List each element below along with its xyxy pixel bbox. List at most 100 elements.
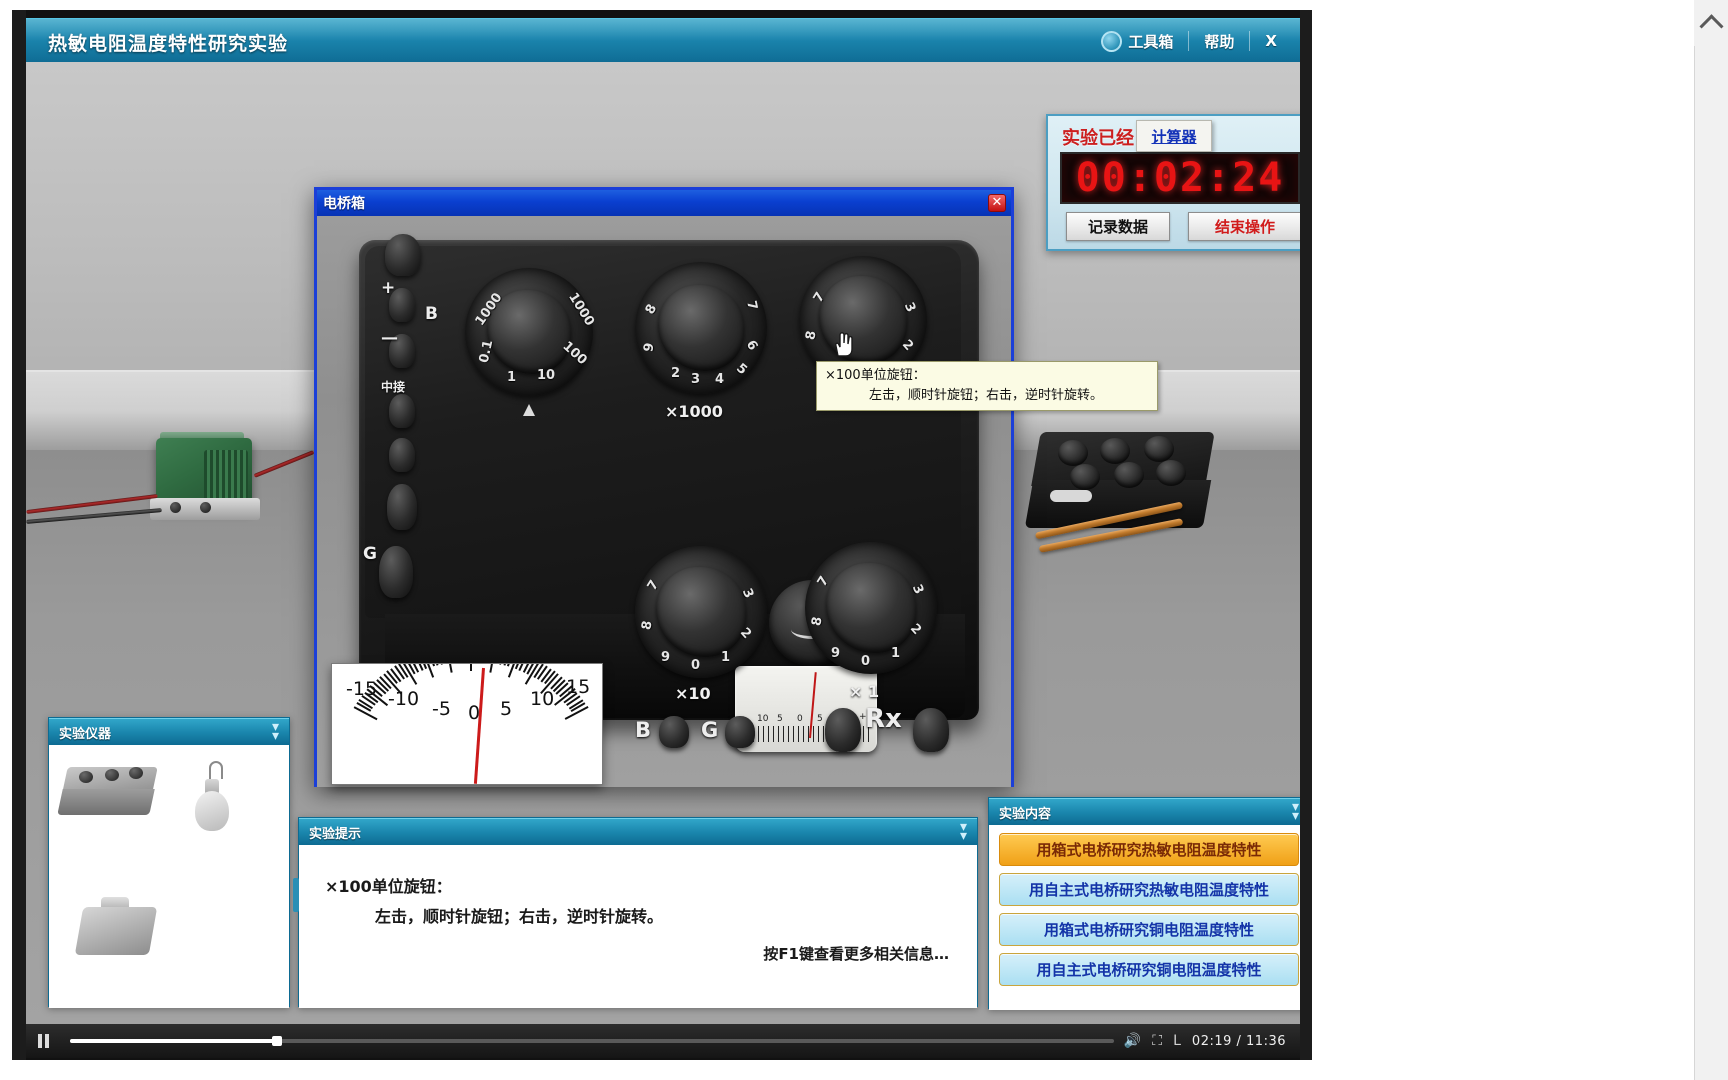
terminal-post-top[interactable] [385,234,421,276]
help-button[interactable]: 帮助 [1195,28,1243,55]
x1000-tick-6: 6 [742,337,761,354]
terminal-label-b: B [425,304,438,324]
terminal-label-minus: — [381,328,398,348]
thumb-rbox-front [57,789,155,815]
x100-tick-8: 8 [803,329,820,342]
rbox-knob-6[interactable] [1156,460,1186,486]
chevron-up-icon [1698,13,1724,38]
content-panel-body: 用箱式电桥研究热敏电阻温度特性 用自主式电桥研究热敏电阻温度特性 用箱式电桥研究… [989,825,1300,1010]
x1-tick-0: 0 [861,654,871,669]
terminal-post-mid-2[interactable] [389,438,415,472]
progress-handle[interactable] [271,1036,282,1046]
scroll-up-button[interactable] [1694,0,1728,46]
terminal-post-g2[interactable] [379,546,413,598]
rbox-knob-4[interactable] [1070,464,1100,490]
tips-panel-title: 实验提示 [309,826,362,842]
pause-icon [37,1034,49,1048]
toolbox-label: 工具箱 [1128,32,1174,51]
thumb-rbox-knob-2 [105,769,119,781]
frame-right-gutter [1300,10,1312,1060]
instrument-thumb-thermistor-probe[interactable] [181,761,243,849]
instrument-thumb-heater[interactable] [74,897,163,967]
content-item-3[interactable]: 用自主式电桥研究铜电阻温度特性 [999,953,1299,986]
instrument-thumb-resistance-box[interactable] [57,767,161,825]
bridge-box-close-icon[interactable]: ✕ [988,194,1006,212]
front-post-g[interactable] [725,716,755,748]
thumb-probe-hook [209,761,223,779]
tips-line-2: 左击，顺时针旋钮；右击，逆时针旋转。 [375,907,664,926]
galv-scale-5l: 5 [777,714,783,724]
cc-icon[interactable]: L [1173,1033,1181,1049]
timer-label: 实验已经 [1062,128,1134,149]
multiplier-dial[interactable]: 1000 0.1 1 10 100 1000 [465,268,597,396]
dial-caption-x1: × 1 [849,682,880,701]
x1-tick-3: 3 [908,582,927,597]
front-post-rx-right[interactable] [913,708,949,752]
multiplier-tick-0-1: 0.1 [476,338,497,365]
chevron-double-down-icon[interactable]: ▾ ▾ [960,820,967,843]
x10-tick-0: 0 [691,658,701,673]
variable-transformer[interactable] [150,432,264,524]
rbox-knob-1[interactable] [1058,440,1088,466]
galvanometer-magnifier: -15 -10 -5 0 5 10 15 [331,663,603,785]
transformer-terminal-right[interactable] [200,502,211,513]
page-scrollbar[interactable] [1694,0,1728,1080]
end-operation-button[interactable]: 结束操作 [1188,212,1300,241]
toolbox-button[interactable]: 工具箱 [1092,28,1182,55]
toolbox-orb-icon [1101,30,1123,52]
tips-footer-hint: 按F1键查看更多相关信息… [763,945,949,963]
experiment-player-frame: 热敏电阻温度特性研究实验 工具箱 帮助 X 实验已经 计算器 00:02:24 … [12,10,1312,1060]
rbox-knob-5[interactable] [1114,462,1144,488]
rbox-label-tag [1050,490,1092,502]
front-label-rx: Rx [865,704,902,734]
tips-panel: 实验提示 ▾ ▾ ×100单位旋钮： 左击，顺时针旋钮；右击，逆时针旋转。 按F1… [293,817,978,1008]
front-post-b[interactable] [659,716,689,748]
record-data-button[interactable]: 记录数据 [1066,212,1170,241]
x1-tick-9: 9 [831,646,841,661]
knob-hover-tooltip: ×100单位旋钮： 左击，顺时针旋钮；右击，逆时针旋转。 [816,361,1158,411]
tips-panel-body: ×100单位旋钮： 左击，顺时针旋钮；右击，逆时针旋转。 按F1键查看更多相关信… [299,845,977,1008]
tips-panel-header[interactable]: 实验提示 ▾ ▾ [299,818,977,845]
dial-x1000[interactable]: 8 9 2 3 4 5 6 7 [635,262,767,394]
dial-x1[interactable]: 7 8 9 0 1 2 3 [805,542,937,674]
content-item-0[interactable]: 用箱式电桥研究热敏电阻温度特性 [999,833,1299,866]
volume-icon[interactable]: 🔊 [1124,1033,1141,1049]
x10-tick-3: 3 [738,586,757,601]
play-pause-button[interactable] [26,1024,60,1058]
front-post-rx-left[interactable] [825,708,861,752]
terminal-label-plus: + [381,278,396,298]
front-label-g: G [701,718,719,742]
rbox-knob-3[interactable] [1144,436,1174,462]
app-titlebar: 热敏电阻温度特性研究实验 工具箱 帮助 X [26,18,1300,62]
bridge-box-titlebar[interactable]: 电桥箱 ✕ [317,190,1011,216]
content-item-1[interactable]: 用自主式电桥研究热敏电阻温度特性 [999,873,1299,906]
knob-tooltip-line1: ×100单位旋钮： [825,368,926,383]
fullscreen-icon[interactable]: ⛶ [1152,1033,1162,1049]
close-button[interactable]: X [1256,29,1286,53]
instruments-panel-header[interactable]: 实验仪器 ▾ ▾ [49,718,289,745]
chevron-double-down-icon[interactable]: ▾ ▾ [1292,800,1299,823]
experiment-timer-panel: 实验已经 计算器 00:02:24 记录数据 结束操作 [1046,114,1300,251]
dial-x1000-hub [658,285,744,371]
chevron-double-down-icon[interactable]: ▾ ▾ [272,720,279,743]
multiplier-pointer-icon [523,404,535,416]
content-item-2[interactable]: 用箱式电桥研究铜电阻温度特性 [999,913,1299,946]
calculator-tooltip[interactable]: 计算器 [1136,120,1212,152]
dial-x10[interactable]: 7 8 9 0 1 2 3 [635,546,767,678]
titlebar-actions: 工具箱 帮助 X [1092,19,1286,63]
terminal-post-g1[interactable] [387,484,417,530]
galv-scale-10l: 10 [757,714,769,724]
transformer-terminal-left[interactable] [170,502,181,513]
progress-bar[interactable] [70,1036,1114,1046]
content-panel-header[interactable]: 实验内容 ▾ ▾ [989,798,1300,825]
terminal-post-mid-1[interactable] [389,394,415,428]
x1000-tick-9: 9 [641,341,658,354]
zoom-scale--10: -10 [388,688,420,710]
multiplier-tick-10: 10 [537,368,556,383]
thumb-probe-bulb [195,791,229,831]
tips-line-1: ×100单位旋钮： [325,877,452,896]
instruments-panel-body [49,745,289,1008]
x1000-tick-3: 3 [691,372,701,387]
titlebar-divider-1 [1188,31,1190,51]
rbox-knob-2[interactable] [1100,438,1130,464]
